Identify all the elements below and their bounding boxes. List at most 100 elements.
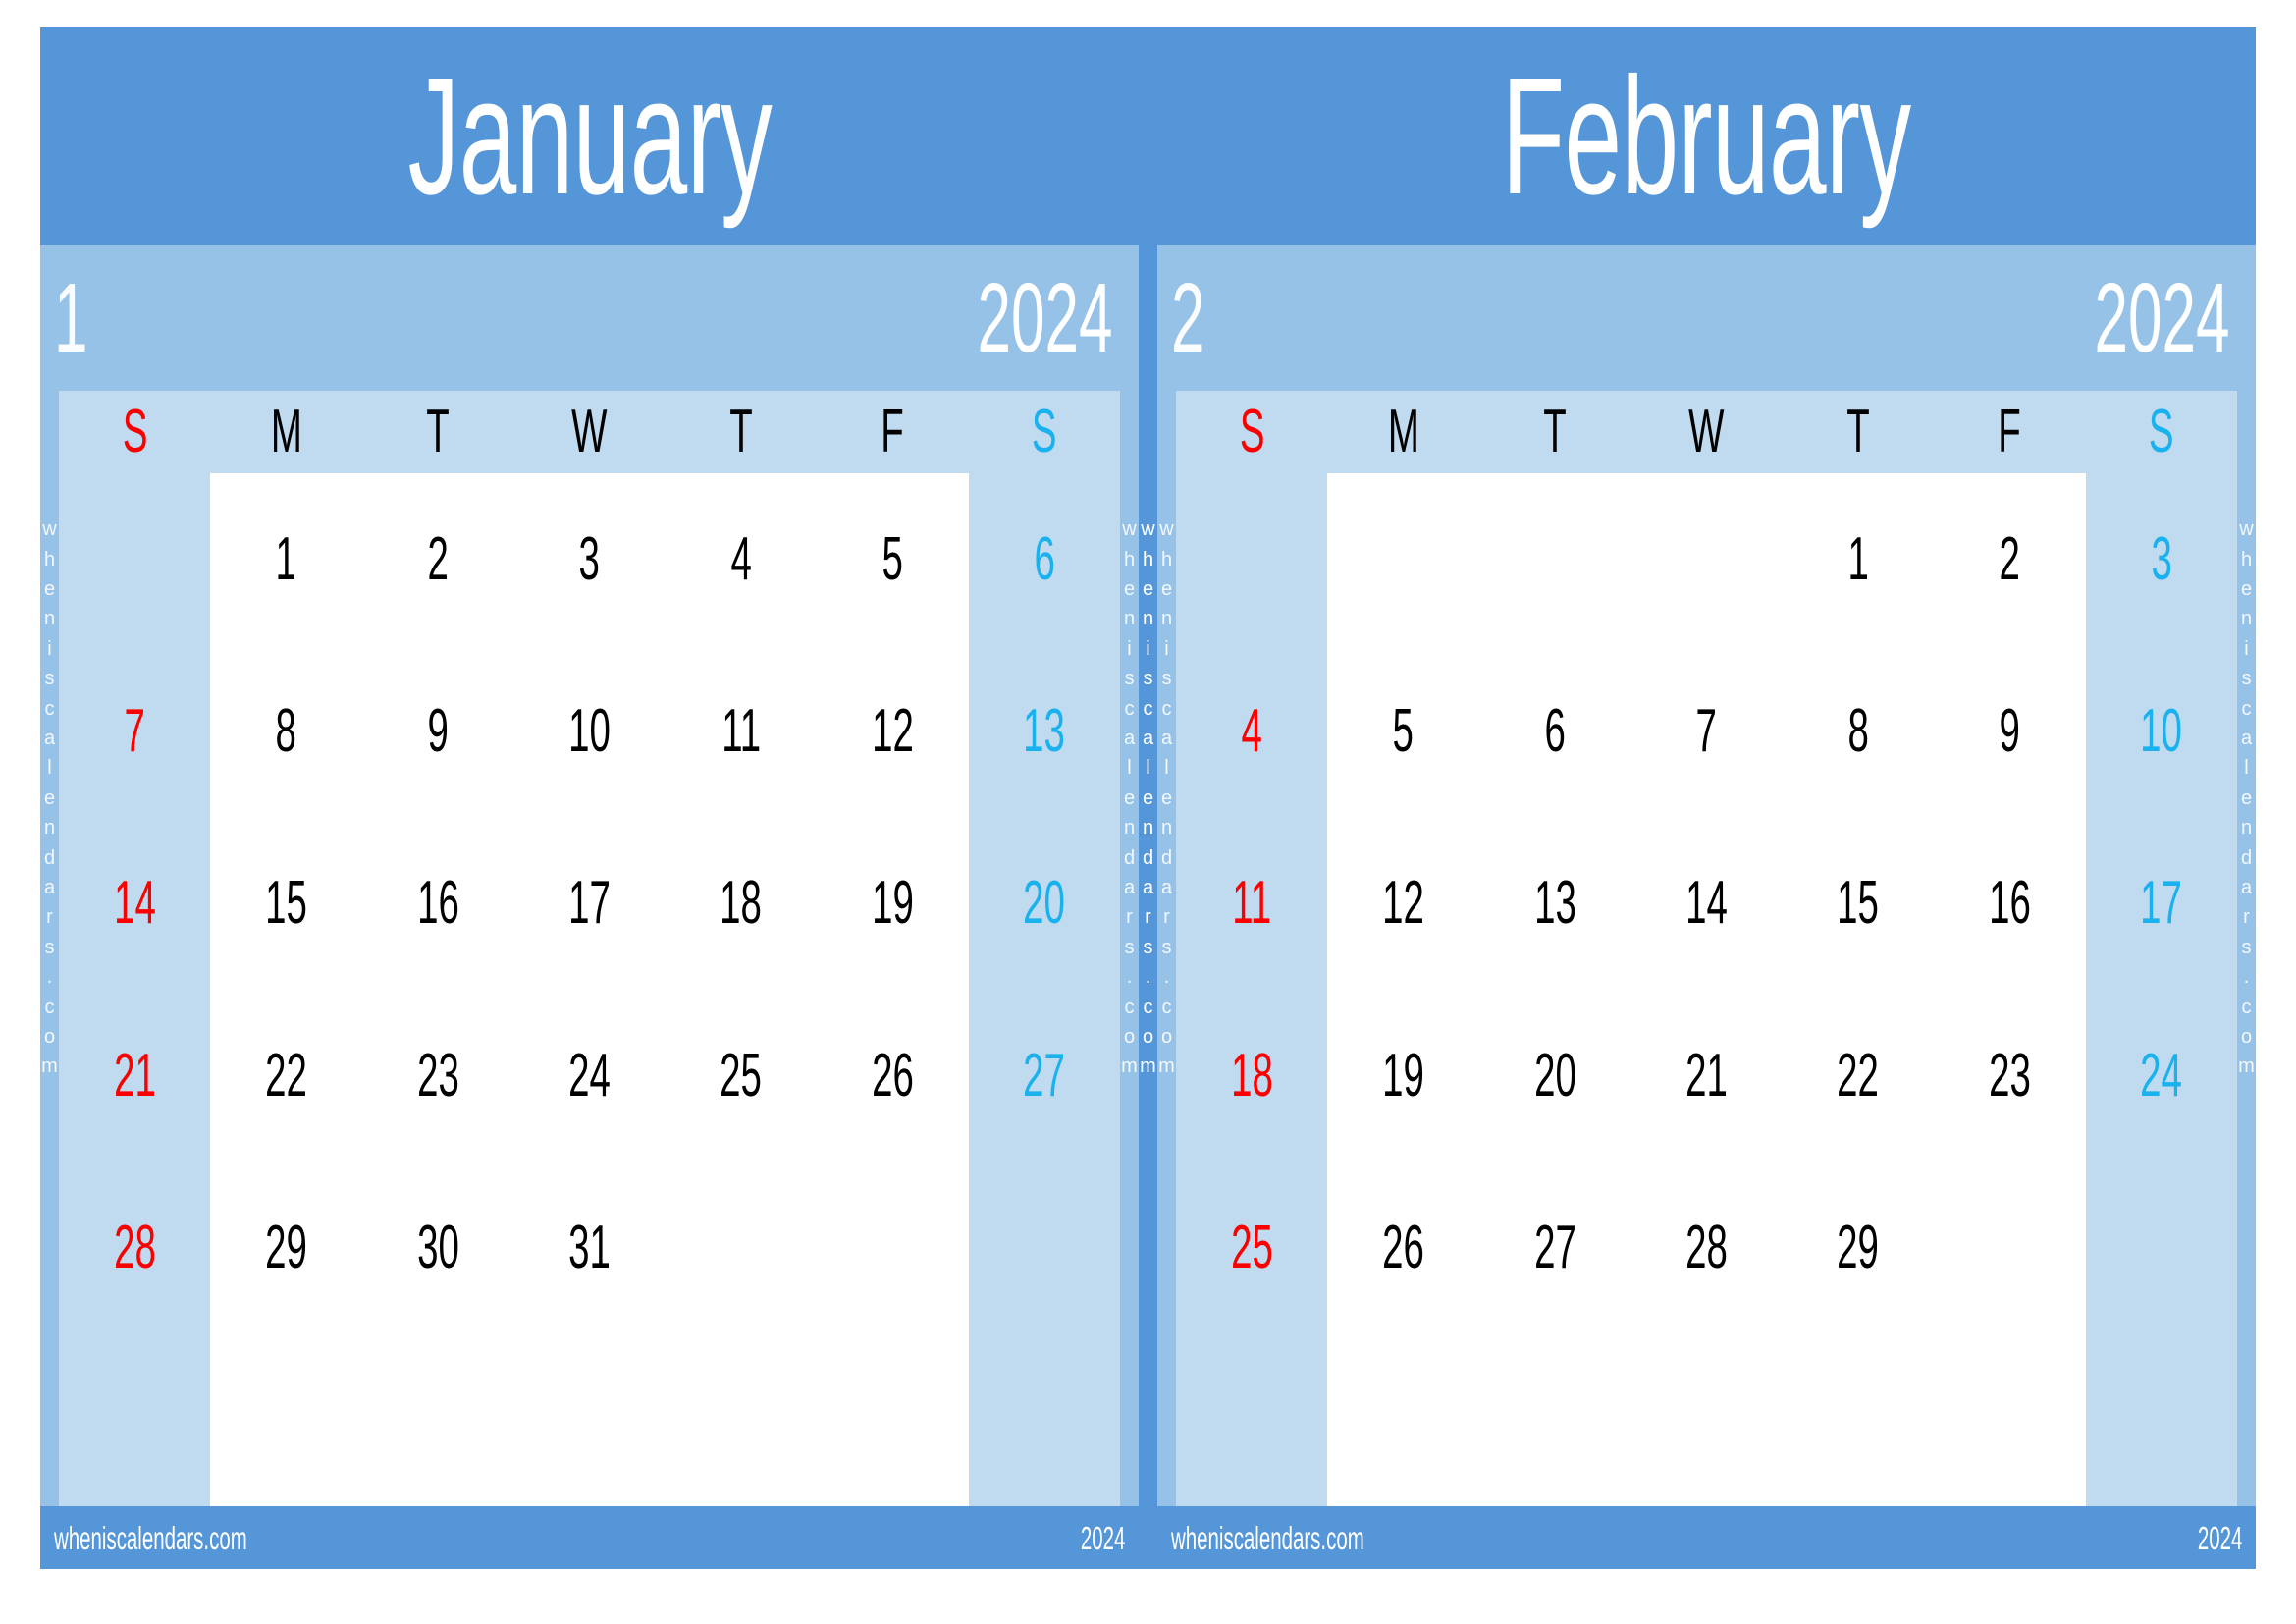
day-cell[interactable]: 21 bbox=[1630, 990, 1782, 1162]
watermark-char: o bbox=[2240, 1025, 2253, 1048]
day-cell[interactable]: 18 bbox=[1176, 990, 1327, 1162]
watermark-char: n bbox=[43, 608, 56, 630]
day-cell[interactable]: 2 bbox=[1934, 473, 2085, 645]
day-cell[interactable]: 17 bbox=[2086, 818, 2237, 990]
footer-site-link[interactable]: wheniscalendars.com bbox=[1171, 1522, 1482, 1554]
day-cell-empty bbox=[666, 1162, 817, 1333]
footer-site-text: wheniscalendars.com bbox=[54, 1519, 247, 1556]
watermark-char: l bbox=[1146, 757, 1150, 780]
watermark-char: e bbox=[1123, 578, 1136, 601]
day-cell[interactable]: 19 bbox=[1327, 990, 1478, 1162]
day-cell[interactable]: 14 bbox=[1630, 818, 1782, 990]
day-cell[interactable]: 11 bbox=[1176, 818, 1327, 990]
day-number: 21 bbox=[1685, 1041, 1728, 1110]
watermark-char: c bbox=[1161, 697, 1172, 720]
day-cell[interactable]: 6 bbox=[969, 473, 1120, 645]
day-cell[interactable]: 30 bbox=[362, 1162, 513, 1333]
day-cell[interactable]: 15 bbox=[1783, 818, 1934, 990]
year-label: 2024 bbox=[894, 269, 1112, 367]
day-cell[interactable]: 8 bbox=[1783, 645, 1934, 817]
day-cell[interactable]: 27 bbox=[1479, 1162, 1630, 1333]
day-cell[interactable]: 31 bbox=[513, 1162, 665, 1333]
watermark-char: a bbox=[1160, 876, 1173, 898]
day-cell[interactable]: 4 bbox=[666, 473, 817, 645]
day-cell[interactable]: 2 bbox=[362, 473, 513, 645]
watermark-char: d bbox=[1142, 846, 1154, 869]
month-title: January bbox=[40, 27, 1139, 245]
day-cell[interactable]: 6 bbox=[1479, 645, 1630, 817]
day-cell[interactable]: 13 bbox=[969, 645, 1120, 817]
weekday-header-label: F bbox=[881, 398, 905, 465]
day-cell[interactable]: 9 bbox=[362, 645, 513, 817]
day-cell[interactable]: 28 bbox=[59, 1162, 210, 1333]
day-cell[interactable]: 29 bbox=[210, 1162, 361, 1333]
day-cell[interactable]: 9 bbox=[1934, 645, 2085, 817]
day-cell[interactable]: 20 bbox=[1479, 990, 1630, 1162]
day-cell[interactable]: 22 bbox=[1783, 990, 1934, 1162]
day-cell[interactable]: 3 bbox=[2086, 473, 2237, 645]
watermark-char: o bbox=[1160, 1025, 1173, 1048]
day-cell[interactable]: 17 bbox=[513, 818, 665, 990]
day-cell[interactable]: 29 bbox=[1783, 1162, 1934, 1333]
day-cell[interactable]: 23 bbox=[362, 990, 513, 1162]
day-cell[interactable]: 25 bbox=[666, 990, 817, 1162]
day-number: 15 bbox=[265, 869, 308, 938]
day-cell-empty bbox=[210, 1334, 361, 1506]
day-number: 13 bbox=[1533, 869, 1576, 938]
day-cell[interactable]: 14 bbox=[59, 818, 210, 990]
day-cell[interactable]: 1 bbox=[1783, 473, 1934, 645]
day-cell[interactable]: 22 bbox=[210, 990, 361, 1162]
day-cell[interactable]: 26 bbox=[817, 990, 968, 1162]
day-number: 22 bbox=[265, 1041, 308, 1110]
day-cell[interactable]: 18 bbox=[666, 818, 817, 990]
watermark-char: l bbox=[1127, 757, 1132, 780]
watermark-char: h bbox=[43, 548, 56, 570]
day-cell[interactable]: 23 bbox=[1934, 990, 2085, 1162]
day-number: 5 bbox=[881, 524, 904, 593]
day-cell[interactable]: 27 bbox=[969, 990, 1120, 1162]
day-cell[interactable]: 21 bbox=[59, 990, 210, 1162]
day-cell[interactable]: 5 bbox=[1327, 645, 1478, 817]
day-cell[interactable]: 8 bbox=[210, 645, 361, 817]
day-cell-empty bbox=[59, 1334, 210, 1506]
day-number: 16 bbox=[416, 869, 459, 938]
watermark-char: r bbox=[1145, 906, 1151, 929]
day-cell[interactable]: 7 bbox=[1630, 645, 1782, 817]
day-cell[interactable]: 24 bbox=[513, 990, 665, 1162]
watermark-char: l bbox=[1164, 757, 1169, 780]
day-cell[interactable]: 19 bbox=[817, 818, 968, 990]
day-cell[interactable]: 11 bbox=[666, 645, 817, 817]
day-cell-empty bbox=[817, 1334, 968, 1506]
weekday-header-label: M bbox=[1387, 398, 1419, 465]
day-cell[interactable]: 10 bbox=[2086, 645, 2237, 817]
day-cell[interactable]: 15 bbox=[210, 818, 361, 990]
day-cell[interactable]: 25 bbox=[1176, 1162, 1327, 1333]
day-number: 10 bbox=[2140, 696, 2183, 765]
day-cell[interactable]: 7 bbox=[59, 645, 210, 817]
watermark-char: e bbox=[2240, 786, 2253, 809]
day-number: 17 bbox=[2140, 869, 2183, 938]
day-cell[interactable]: 24 bbox=[2086, 990, 2237, 1162]
day-cell[interactable]: 12 bbox=[817, 645, 968, 817]
day-cell[interactable]: 10 bbox=[513, 645, 665, 817]
weekday-header-label: M bbox=[270, 398, 302, 465]
day-cell[interactable]: 28 bbox=[1630, 1162, 1782, 1333]
day-cell[interactable]: 4 bbox=[1176, 645, 1327, 817]
day-cell[interactable]: 5 bbox=[817, 473, 968, 645]
footer-site-link[interactable]: wheniscalendars.com bbox=[54, 1522, 365, 1554]
day-cell[interactable]: 12 bbox=[1327, 818, 1478, 990]
watermark-char: o bbox=[1142, 1025, 1154, 1048]
day-number: 4 bbox=[1241, 696, 1262, 765]
day-cell[interactable]: 3 bbox=[513, 473, 665, 645]
day-cell[interactable]: 13 bbox=[1479, 818, 1630, 990]
day-cell-empty bbox=[1934, 1334, 2085, 1506]
watermark-char: c bbox=[44, 697, 55, 720]
day-cell[interactable]: 16 bbox=[362, 818, 513, 990]
watermark-char: c bbox=[44, 996, 55, 1018]
day-number: 23 bbox=[416, 1041, 459, 1110]
day-cell[interactable]: 16 bbox=[1934, 818, 2085, 990]
day-cell[interactable]: 20 bbox=[969, 818, 1120, 990]
watermark-char: h bbox=[1142, 548, 1154, 570]
day-cell[interactable]: 1 bbox=[210, 473, 361, 645]
day-cell[interactable]: 26 bbox=[1327, 1162, 1478, 1333]
